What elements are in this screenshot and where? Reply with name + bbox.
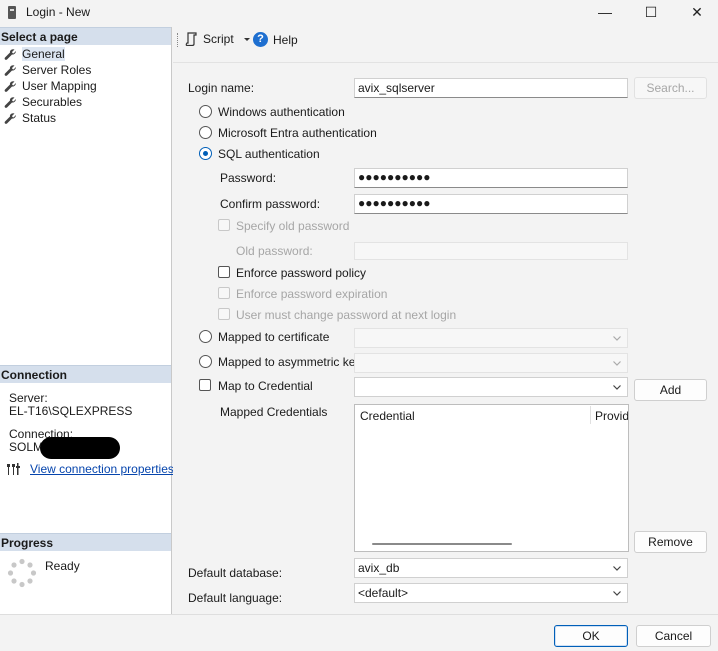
mapped-asym-key-radio[interactable] [199,355,212,368]
window-title: Login - New [26,5,91,19]
mapped-credentials-list[interactable]: Credential Provide [354,404,629,552]
chevron-down-icon [243,38,250,41]
default-database-select[interactable]: avix_db [354,558,628,578]
server-icon [8,6,16,19]
script-icon [185,32,197,46]
connection-properties-icon [7,463,20,475]
wrench-icon [4,97,16,108]
horizontal-scrollbar[interactable] [372,543,512,545]
chevron-down-icon [613,591,621,596]
wrench-icon [4,49,16,60]
page-item-label: User Mapping [22,79,97,93]
script-button[interactable]: Script [185,32,252,46]
progress-spinner-icon [7,558,37,588]
password-label: Password: [220,171,277,185]
dialog-footer: OK Cancel [0,614,718,651]
chevron-down-icon [613,361,621,366]
redaction-mark [40,437,120,459]
connection-header: Connection [0,365,171,383]
wrench-icon [4,65,16,76]
mapped-certificate-label: Mapped to certificate [218,330,330,344]
chevron-down-icon [613,566,621,571]
remove-button[interactable]: Remove [634,531,707,553]
confirm-password-label: Confirm password: [220,197,321,211]
default-language-value: <default> [358,586,409,600]
page-item-label: General [22,47,65,61]
sql-auth-radio[interactable] [199,147,212,160]
search-button[interactable]: Search... [634,77,707,99]
view-connection-properties-link[interactable]: View connection properties [30,462,174,476]
enforce-expiration-checkbox[interactable] [218,287,230,299]
server-value: EL-T16\SQLEXPRESS [9,404,133,418]
windows-auth-label: Windows authentication [218,105,345,119]
mapped-credentials-label: Mapped Credentials [220,405,328,419]
close-button[interactable]: ✕ [674,0,718,26]
wrench-icon [4,113,16,124]
title-bar: Login - New — ☐ ✕ [0,0,718,26]
certificate-select[interactable] [354,328,628,348]
toolbar: Script ? Help [173,27,718,63]
page-item-label: Server Roles [22,63,92,77]
script-label: Script [203,32,234,46]
maximize-button[interactable]: ☐ [628,0,674,26]
default-language-select[interactable]: <default> [354,583,628,603]
page-item-status[interactable]: Status [4,110,56,126]
default-database-label: Default database: [188,566,283,580]
cancel-button[interactable]: Cancel [636,625,711,647]
login-name-input[interactable]: avix_sqlserver [354,78,628,98]
wrench-icon [4,81,16,92]
credential-select[interactable] [354,377,628,397]
progress-status: Ready [45,559,80,573]
view-connection-row: View connection properties [6,462,174,476]
login-name-label: Login name: [188,81,255,95]
confirm-password-input[interactable]: ●●●●●●●●●● [354,194,628,214]
asym-key-select[interactable] [354,353,628,373]
page-item-server-roles[interactable]: Server Roles [4,62,91,78]
help-icon: ? [253,32,268,47]
page-item-securables[interactable]: Securables [4,94,82,110]
specify-old-password-checkbox[interactable] [218,219,230,231]
help-label: Help [273,32,298,47]
help-button[interactable]: ? Help [253,32,298,47]
sql-auth-label: SQL authentication [218,147,320,161]
entra-auth-label: Microsoft Entra authentication [218,126,377,140]
enforce-policy-checkbox[interactable] [218,266,230,278]
map-credential-checkbox[interactable] [199,379,211,391]
enforce-policy-label: Enforce password policy [236,266,367,280]
page-item-general[interactable]: General [4,46,65,62]
password-input[interactable]: ●●●●●●●●●● [354,168,628,188]
page-item-user-mapping[interactable]: User Mapping [4,78,97,94]
column-divider [590,406,591,424]
progress-header: Progress [0,533,171,551]
page-item-label: Status [22,111,57,125]
entra-auth-radio[interactable] [199,126,212,139]
chevron-down-icon [613,385,621,390]
column-header-provider[interactable]: Provide [595,409,628,423]
windows-auth-radio[interactable] [199,105,212,118]
ok-button[interactable]: OK [554,625,628,647]
page-item-label: Securables [22,95,83,109]
enforce-expiration-label: Enforce password expiration [236,287,388,301]
chevron-down-icon [613,336,621,341]
toolbar-grip [177,33,179,47]
mapped-certificate-radio[interactable] [199,330,212,343]
connection-value: SOLM [9,440,44,454]
mapped-asym-key-label: Mapped to asymmetric key [218,355,362,369]
add-button[interactable]: Add [634,379,707,401]
minimize-button[interactable]: — [582,0,628,26]
map-credential-label: Map to Credential [218,379,313,393]
select-page-header: Select a page [0,27,171,45]
must-change-checkbox[interactable] [218,308,230,320]
server-label: Server: [9,391,48,405]
default-database-value: avix_db [358,561,400,575]
default-language-label: Default language: [188,591,283,605]
old-password-label: Old password: [236,244,313,258]
must-change-label: User must change password at next login [236,308,457,322]
specify-old-password-label: Specify old password [236,219,350,233]
old-password-input[interactable] [354,242,628,260]
column-header-credential[interactable]: Credential [360,409,415,423]
